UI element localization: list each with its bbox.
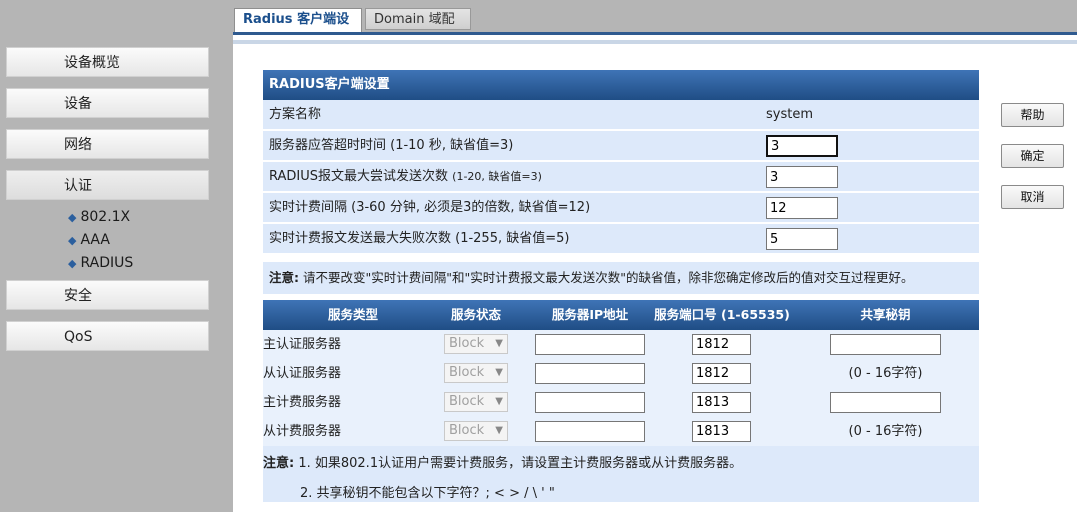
note-bold: 注意: xyxy=(263,456,295,471)
col-service-type: 服务类型 xyxy=(327,307,378,322)
retry-input[interactable] xyxy=(766,166,838,188)
sidebar-subitem-label: RADIUS xyxy=(80,255,134,271)
sidebar-subitem-label: AAA xyxy=(80,232,110,248)
note-defaults: 注意: 请不要改变"实时计费间隔"和"实时计费报文最大发送次数"的缺省值，除非您… xyxy=(263,262,979,294)
server-port-input[interactable] xyxy=(692,334,751,355)
help-button[interactable]: 帮助 xyxy=(1001,103,1064,127)
note-text: 请不要改变"实时计费间隔"和"实时计费报文最大发送次数"的缺省值，除非您确定修改… xyxy=(299,270,914,285)
confirm-button[interactable]: 确定 xyxy=(1001,144,1064,168)
secret-range-hint: (0 - 16字符) xyxy=(848,424,923,439)
sidebar: 设备概览 设备 网络 认证 ◆ 802.1X ◆ AAA ◆ RADIUS 安全 Qo… xyxy=(0,0,233,512)
service-status-select[interactable]: Block ▼ xyxy=(444,334,508,354)
service-name: 主计费服务器 xyxy=(263,395,342,410)
sidebar-subitem-aaa[interactable]: ◆ AAA xyxy=(68,230,110,250)
chevron-down-icon: ▼ xyxy=(495,367,503,378)
table-row: 从计费服务器 Block ▼ (0 - 16字符) xyxy=(263,417,979,446)
chevron-down-icon: ▼ xyxy=(495,396,503,407)
shared-secret-input[interactable] xyxy=(830,392,941,413)
server-port-input[interactable] xyxy=(692,392,751,413)
shared-secret-input[interactable] xyxy=(830,334,941,355)
fail-label: 实时计费报文发送最大失败次数 (1-255, 缺省值=5) xyxy=(269,231,570,246)
sidebar-subitem-8021x[interactable]: ◆ 802.1X xyxy=(68,207,130,227)
server-ip-input[interactable] xyxy=(535,421,645,442)
note-line-2: 2. 共享秘钥不能包含以下字符？; < > / \ ' " xyxy=(300,486,555,501)
services-table-header: 服务类型 服务状态 服务器IP地址 服务端口号 (1-65535) 共享秘钥 xyxy=(263,300,979,330)
timeout-label: 服务器应答超时时间 (1-10 秒, 缺省值=3) xyxy=(269,138,514,153)
service-status-select[interactable]: Block ▼ xyxy=(444,392,508,412)
timeout-row: 服务器应答超时时间 (1-10 秒, 缺省值=3) xyxy=(263,131,979,161)
server-ip-input[interactable] xyxy=(535,392,645,413)
diamond-bullet-icon: ◆ xyxy=(68,234,77,247)
content-top-divider xyxy=(233,40,1077,44)
fail-row: 实时计费报文发送最大失败次数 (1-255, 缺省值=5) xyxy=(263,224,979,254)
col-server-ip: 服务器IP地址 xyxy=(551,307,629,322)
server-ip-input[interactable] xyxy=(535,334,645,355)
service-status-value: Block xyxy=(449,394,485,409)
service-status-value: Block xyxy=(449,336,485,351)
fail-input[interactable] xyxy=(766,228,838,250)
note-accounting: 注意: 1. 如果802.1认证用户需要计费服务，请设置主计费服务器或从计费服务… xyxy=(263,446,979,502)
cancel-button[interactable]: 取消 xyxy=(1001,185,1064,209)
interval-row: 实时计费间隔 (3-60 分钟, 必须是3的倍数, 缺省值=12) xyxy=(263,193,979,223)
service-name: 从认证服务器 xyxy=(263,366,342,381)
sidebar-item-qos[interactable]: QoS xyxy=(6,321,209,351)
scheme-value: system xyxy=(766,107,813,122)
tab-domain-config[interactable]: Domain 域配置 xyxy=(365,8,471,49)
chevron-down-icon: ▼ xyxy=(495,338,503,349)
retry-label-text: RADIUS报文最大尝试发送次数 xyxy=(269,169,449,184)
service-status-value: Block xyxy=(449,423,485,438)
service-name: 主认证服务器 xyxy=(263,337,342,352)
content-top-bar xyxy=(233,32,1077,35)
col-shared-secret: 共享秘钥 xyxy=(860,307,911,322)
server-port-input[interactable] xyxy=(692,421,751,442)
service-status-select[interactable]: Block ▼ xyxy=(444,421,508,441)
timeout-input[interactable] xyxy=(766,135,838,157)
sidebar-item-network[interactable]: 网络 xyxy=(6,129,209,159)
retry-hint: (1-20, 缺省值=3) xyxy=(452,170,542,183)
server-ip-input[interactable] xyxy=(535,363,645,384)
diamond-bullet-icon: ◆ xyxy=(68,211,77,224)
sidebar-item-device-overview[interactable]: 设备概览 xyxy=(6,47,209,77)
scheme-label: 方案名称 xyxy=(269,107,322,122)
radius-panel-title: RADIUS客户端设置 xyxy=(263,70,979,100)
note-bold: 注意: xyxy=(269,270,299,285)
sidebar-item-security[interactable]: 安全 xyxy=(6,280,209,310)
col-service-status: 服务状态 xyxy=(450,307,501,322)
interval-input[interactable] xyxy=(766,197,838,219)
sidebar-subitem-radius[interactable]: ◆ RADIUS xyxy=(68,253,133,273)
col-server-port: 服务端口号 (1-65535) xyxy=(654,307,790,322)
server-port-input[interactable] xyxy=(692,363,751,384)
chevron-down-icon: ▼ xyxy=(495,425,503,436)
interval-label: 实时计费间隔 (3-60 分钟, 必须是3的倍数, 缺省值=12) xyxy=(269,200,591,215)
retry-label: RADIUS报文最大尝试发送次数 (1-20, 缺省值=3) xyxy=(269,162,542,191)
sidebar-subitem-label: 802.1X xyxy=(80,209,131,225)
sidebar-item-device[interactable]: 设备 xyxy=(6,88,209,118)
table-row: 从认证服务器 Block ▼ (0 - 16字符) xyxy=(263,359,979,388)
retry-row: RADIUS报文最大尝试发送次数 (1-20, 缺省值=3) xyxy=(263,162,979,192)
service-status-select[interactable]: Block ▼ xyxy=(444,363,508,383)
service-name: 从计费服务器 xyxy=(263,424,342,439)
service-status-value: Block xyxy=(449,365,485,380)
sidebar-item-auth[interactable]: 认证 xyxy=(6,170,209,200)
note-line-1: 注意: 1. 如果802.1认证用户需要计费服务，请设置主计费服务器或从计费服务… xyxy=(263,452,742,471)
scheme-row: 方案名称 system xyxy=(263,100,979,130)
tab-radius-client[interactable]: Radius 客户端设置 xyxy=(234,8,362,49)
table-row: 主认证服务器 Block ▼ xyxy=(263,330,979,359)
note-text: 1. 如果802.1认证用户需要计费服务，请设置主计费服务器或从计费服务器。 xyxy=(294,456,743,471)
secret-range-hint: (0 - 16字符) xyxy=(848,366,923,381)
diamond-bullet-icon: ◆ xyxy=(68,257,77,270)
table-row: 主计费服务器 Block ▼ xyxy=(263,388,979,417)
